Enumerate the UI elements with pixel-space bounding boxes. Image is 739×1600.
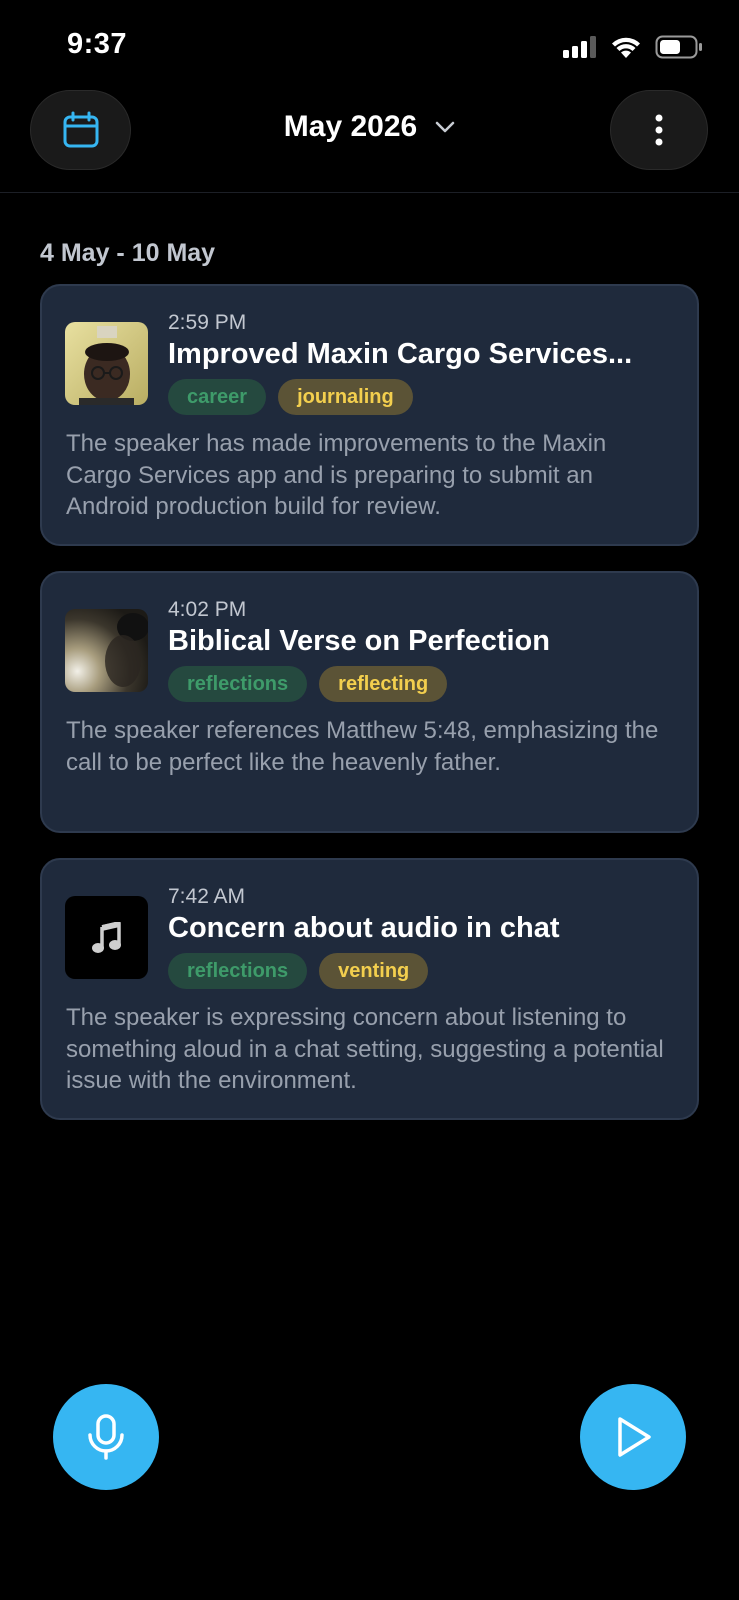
more-options-button[interactable] <box>610 90 708 170</box>
battery-icon <box>655 35 702 59</box>
entry-card[interactable]: 7:42 AM Concern about audio in chat refl… <box>40 858 699 1120</box>
music-note-icon <box>91 921 121 953</box>
entry-time: 4:02 PM <box>168 598 247 621</box>
entry-time: 2:59 PM <box>168 311 247 334</box>
cellular-signal-icon <box>563 36 596 58</box>
status-bar: 9:37 <box>0 0 739 90</box>
record-button[interactable] <box>53 1384 159 1490</box>
tag-chip[interactable]: reflections <box>168 953 308 989</box>
entry-title: Concern about audio in chat <box>168 912 560 944</box>
entry-title: Biblical Verse on Perfection <box>168 625 550 657</box>
tag-chip[interactable]: journaling <box>278 379 413 415</box>
header: May 2026 <box>0 88 739 193</box>
entry-thumbnail-photo <box>65 322 148 405</box>
entry-summary: The speaker references Matthew 5:48, emp… <box>66 717 659 776</box>
entry-thumbnail-photo <box>65 609 148 692</box>
wifi-icon <box>612 37 640 58</box>
status-time: 9:37 <box>67 28 128 60</box>
entry-title: Improved Maxin Cargo Services... <box>168 338 633 370</box>
week-range-label: 4 May - 10 May <box>40 239 216 267</box>
chevron-down-icon <box>435 121 455 133</box>
entry-card[interactable]: 2:59 PM Improved Maxin Cargo Services...… <box>40 284 699 546</box>
entry-card[interactable]: 4:02 PM Biblical Verse on Perfection ref… <box>40 571 699 833</box>
entry-summary: The speaker has made improvements to the… <box>66 430 607 520</box>
month-label: May 2026 <box>283 110 418 143</box>
entry-summary: The speaker is expressing concern about … <box>66 1004 664 1094</box>
more-vertical-icon <box>655 114 663 146</box>
microphone-icon <box>88 1414 124 1460</box>
entry-tags: reflections venting <box>168 953 429 989</box>
status-icons <box>563 34 703 60</box>
entry-tags: career journaling <box>168 379 413 415</box>
entry-thumbnail-audio <box>65 896 148 979</box>
tag-chip[interactable]: career <box>168 379 267 415</box>
tag-chip[interactable]: venting <box>319 953 429 989</box>
tag-chip[interactable]: reflecting <box>319 666 448 702</box>
tag-chip[interactable]: reflections <box>168 666 308 702</box>
play-button[interactable] <box>580 1384 686 1490</box>
play-icon <box>618 1417 651 1457</box>
entry-tags: reflections reflecting <box>168 666 448 702</box>
entry-time: 7:42 AM <box>168 885 246 908</box>
